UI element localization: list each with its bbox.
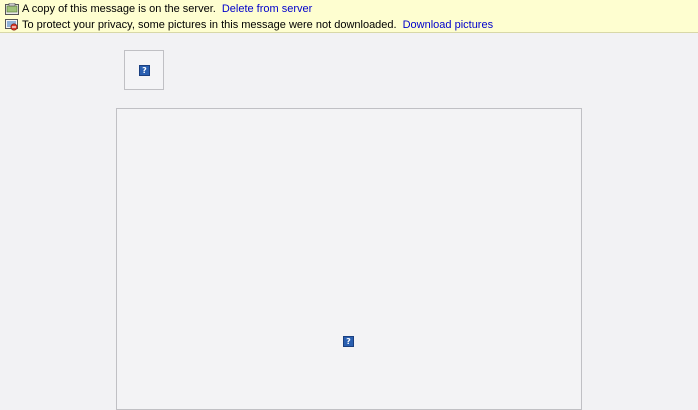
privacy-notice: To protect your privacy, some pictures i… [0,17,493,33]
broken-image-icon: ? [343,336,354,347]
image-placeholder-small: ? [124,50,164,90]
server-copy-notice: A copy of this message is on the server.… [0,1,312,17]
broken-image-icon: ? [139,65,150,76]
privacy-text: To protect your privacy, some pictures i… [22,19,397,31]
download-pictures-link[interactable]: Download pictures [403,19,494,31]
image-placeholder-large: ? [116,108,582,410]
delete-from-server-link[interactable]: Delete from server [222,3,312,15]
mail-server-icon [5,2,19,15]
blocked-images-icon [5,19,19,31]
server-copy-text: A copy of this message is on the server. [22,3,216,15]
message-notice-bar: A copy of this message is on the server.… [0,0,698,33]
